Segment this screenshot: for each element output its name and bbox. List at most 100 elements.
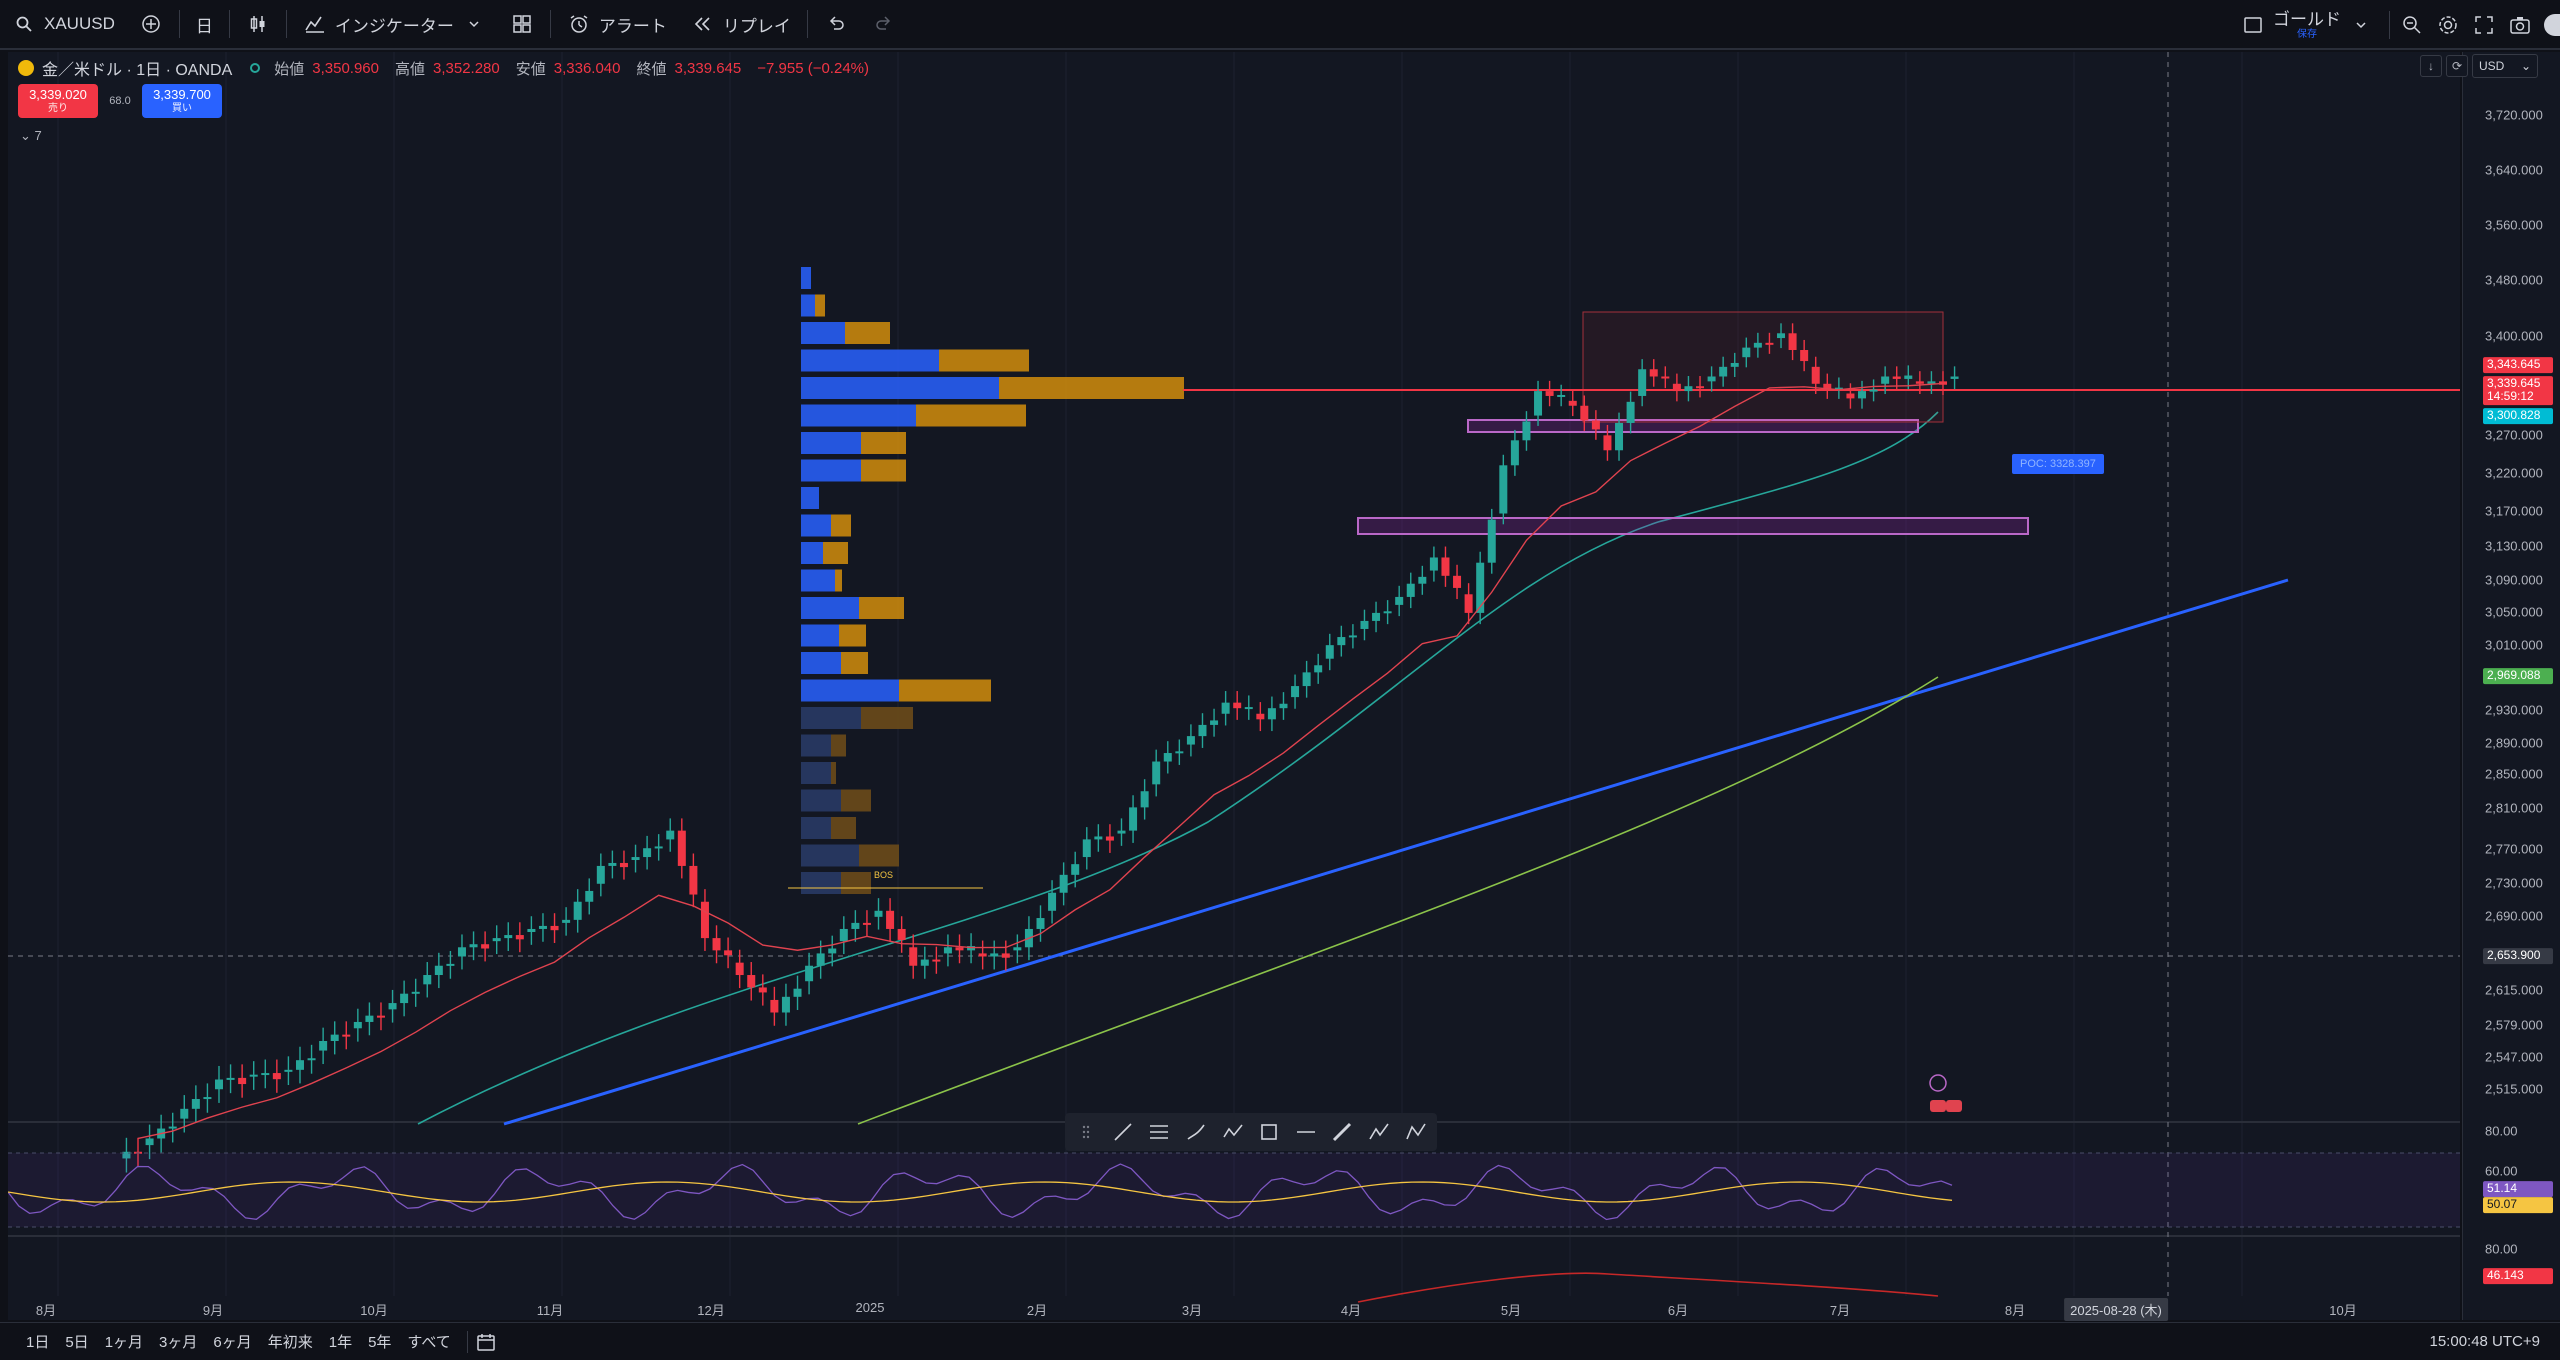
range-button[interactable]: 1日	[18, 1331, 57, 1352]
candle-body	[978, 953, 987, 957]
zoom-button[interactable]	[2394, 0, 2430, 50]
volume-profile-bar	[801, 294, 815, 317]
candle-body	[1325, 645, 1334, 659]
alert-button[interactable]: アラート	[555, 0, 679, 49]
fullscreen-icon	[2472, 13, 2496, 37]
pattern-tool-icon[interactable]	[1217, 1117, 1248, 1147]
candle-body	[643, 848, 652, 858]
ruler-tool-icon[interactable]	[1327, 1117, 1358, 1147]
plus-circle-icon	[139, 12, 163, 36]
volume-profile-bar	[801, 322, 845, 344]
snapshot-icon	[2508, 13, 2532, 37]
indicators-label: インジケーター	[334, 16, 454, 36]
price-tick: 3,560.000	[2485, 217, 2543, 233]
scroll-down-button[interactable]: ↓	[2420, 55, 2442, 77]
redo-button[interactable]	[860, 0, 908, 49]
candle-body	[457, 947, 466, 957]
currency-select[interactable]: USD ⌄	[2472, 54, 2538, 78]
buy-button[interactable]: 3,339.700 買い	[142, 84, 222, 118]
volume-profile-bar	[841, 789, 871, 812]
candle-style-icon	[246, 12, 270, 36]
range-button[interactable]: 年初来	[260, 1331, 321, 1352]
volume-profile-bar	[801, 597, 859, 619]
volume-profile-bar	[801, 817, 831, 839]
indicator-count: 7	[34, 128, 42, 143]
candle-body	[1476, 562, 1485, 613]
candle-body	[666, 830, 675, 840]
indicators-button[interactable]: インジケーター	[291, 0, 498, 49]
trade-buttons: 3,339.020 売り 68.0 3,339.700 買い	[18, 84, 222, 118]
candle-body	[1881, 376, 1890, 384]
candle-body	[1071, 864, 1080, 875]
candle-body	[423, 975, 432, 985]
candle-body	[1453, 575, 1462, 588]
candle-body	[735, 962, 744, 976]
range-button[interactable]: 1ヶ月	[97, 1331, 151, 1352]
replay-icon	[691, 12, 715, 36]
clock[interactable]: 15:00:48 UTC+9	[2430, 1333, 2541, 1350]
symbol-search[interactable]: XAUUSD	[0, 0, 127, 49]
drag-handle-icon[interactable]	[1071, 1117, 1102, 1147]
range-button[interactable]: 6ヶ月	[205, 1331, 259, 1352]
time-axis[interactable]: 8月 9月 10月 11月 12月 2025 2月 3月 4月 5月 6月 7月 8月 10月 2025-0…	[8, 1296, 2460, 1321]
low-value: 3,336.040	[553, 59, 621, 77]
brush-tool-icon[interactable]	[1181, 1117, 1212, 1147]
settings-button[interactable]	[2430, 0, 2466, 50]
candle-body	[631, 857, 640, 861]
compare-button[interactable]	[127, 0, 175, 49]
price-scale[interactable]: 3,720.000 3,640.000 3,560.000 3,480.000 3,40…	[2462, 52, 2560, 1320]
elliott-tool-icon[interactable]	[1364, 1117, 1395, 1147]
close-label: 終値	[636, 60, 667, 78]
time-tick: 3月	[1181, 1303, 1203, 1318]
candle-body	[1059, 874, 1068, 893]
trendline-tool-icon[interactable]	[1108, 1117, 1139, 1147]
volume-profile-bar	[831, 817, 856, 839]
interval-button[interactable]: 日	[184, 0, 225, 49]
candle-body	[1788, 333, 1797, 351]
layout-button[interactable]: ゴールド 保存	[2229, 0, 2385, 50]
indicators-toggle[interactable]: ⌄ 7	[20, 128, 42, 144]
price-label: 50.07	[2483, 1197, 2553, 1213]
candle-body	[1487, 519, 1496, 563]
chart-style-button[interactable]	[234, 0, 282, 49]
range-button[interactable]: 3ヶ月	[151, 1331, 205, 1352]
ma-200-line	[857, 676, 1939, 1125]
open-value: 3,350.960	[312, 59, 379, 77]
range-button[interactable]: 5日	[57, 1331, 96, 1352]
candle-body	[1950, 376, 1959, 379]
calendar-icon[interactable]	[476, 1332, 496, 1352]
price-tick: 3,400.000	[2485, 328, 2543, 344]
undo-icon	[824, 12, 848, 36]
templates-button[interactable]	[498, 0, 546, 49]
candle-body	[573, 901, 582, 920]
refresh-button[interactable]: ⟳	[2446, 55, 2468, 77]
candle-body	[1233, 702, 1242, 709]
fullscreen-button[interactable]	[2466, 0, 2502, 50]
fib-tool-icon[interactable]	[1144, 1117, 1175, 1147]
sell-button[interactable]: 3,339.020 売り	[18, 84, 98, 118]
abcd-tool-icon[interactable]	[1400, 1117, 1431, 1147]
candle-body	[1117, 830, 1126, 834]
snapshot-button[interactable]	[2502, 0, 2538, 50]
price-tick: 2,690.000	[2485, 908, 2543, 924]
symbol-name[interactable]: 金／米ドル · 1日 · OANDA	[42, 56, 232, 80]
range-button[interactable]: すべて	[399, 1331, 458, 1352]
range-button[interactable]: 5年	[360, 1331, 399, 1352]
candle-body	[1545, 391, 1554, 396]
candle-body	[1001, 953, 1010, 958]
volume-profile-bar	[916, 404, 1026, 427]
chevron-down-icon: ⌄	[20, 128, 35, 143]
chevron-down-icon	[2349, 13, 2373, 37]
replay-button[interactable]: リプレイ	[679, 0, 803, 49]
volume-profile-bar	[801, 459, 861, 482]
undo-button[interactable]	[812, 0, 860, 49]
divider	[285, 10, 287, 38]
volume-profile-bar	[841, 652, 868, 674]
range-button[interactable]: 1年	[321, 1331, 360, 1352]
price-label: 3,343.645	[2483, 357, 2553, 373]
replay-label: リプレイ	[722, 16, 791, 36]
rectangle-tool-icon[interactable]	[1254, 1117, 1285, 1147]
candle-body	[1742, 347, 1751, 358]
account-button[interactable]	[2538, 0, 2560, 50]
horizontal-line-tool-icon[interactable]	[1291, 1117, 1322, 1147]
